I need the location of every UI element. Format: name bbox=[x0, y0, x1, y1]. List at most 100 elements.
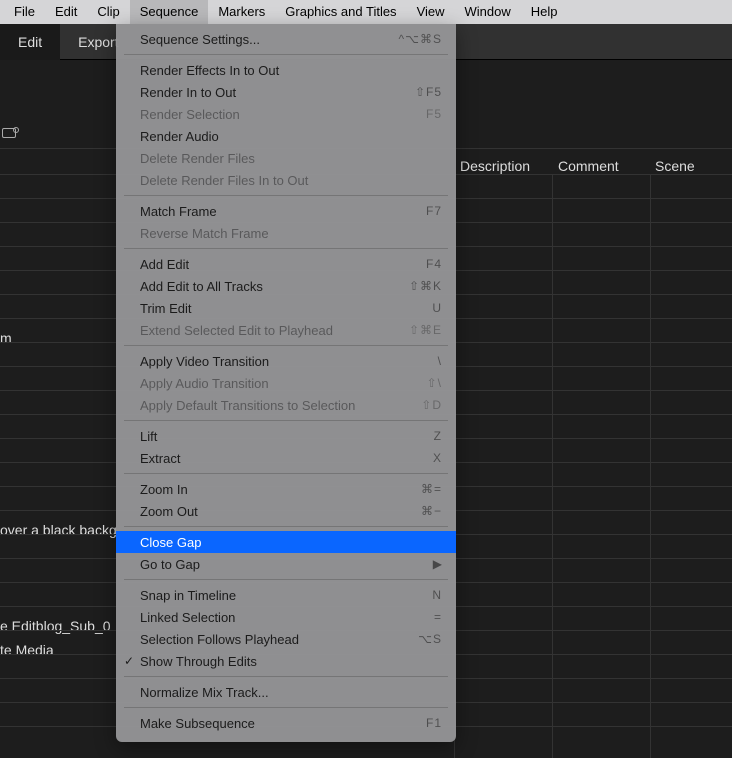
menu-item-label: Apply Video Transition bbox=[140, 354, 438, 369]
menu-shortcut: ⇧⌘K bbox=[409, 279, 442, 293]
menu-shortcut: X bbox=[433, 451, 442, 465]
menu-separator bbox=[124, 420, 448, 421]
menu-item-label: Extend Selected Edit to Playhead bbox=[140, 323, 409, 338]
menu-item-apply-audio-transition: Apply Audio Transition⇧\ bbox=[116, 372, 456, 394]
menu-shortcut: N bbox=[432, 588, 442, 602]
camera-icon bbox=[2, 128, 16, 138]
menu-item-show-through-edits[interactable]: ✓ Show Through Edits bbox=[116, 650, 456, 672]
menu-shortcut: ⇧F5 bbox=[415, 85, 442, 99]
menu-item-snap-in-timeline[interactable]: Snap in TimelineN bbox=[116, 584, 456, 606]
menu-item-label: Snap in Timeline bbox=[140, 588, 432, 603]
menu-shortcut: ⇧⌘E bbox=[409, 323, 442, 337]
menu-item-label: Sequence Settings... bbox=[140, 32, 399, 47]
menu-item-label: Show Through Edits bbox=[140, 654, 442, 669]
menu-item-linked-selection[interactable]: Linked Selection= bbox=[116, 606, 456, 628]
menu-item-zoom-in[interactable]: Zoom In⌘= bbox=[116, 478, 456, 500]
list-item[interactable]: e Editblog_Sub_0 bbox=[0, 618, 111, 634]
menu-file[interactable]: File bbox=[4, 0, 45, 24]
menu-item-extract[interactable]: ExtractX bbox=[116, 447, 456, 469]
menu-item-extend-selected-edit-to-playhead: Extend Selected Edit to Playhead⇧⌘E bbox=[116, 319, 456, 341]
menu-item-label: Delete Render Files bbox=[140, 151, 442, 166]
menu-item-label: Render Selection bbox=[140, 107, 426, 122]
menu-item-selection-follows-playhead[interactable]: Selection Follows Playhead⌥S bbox=[116, 628, 456, 650]
menu-separator bbox=[124, 345, 448, 346]
menu-item-zoom-out[interactable]: Zoom Out⌘− bbox=[116, 500, 456, 522]
col-scene[interactable]: Scene bbox=[655, 158, 695, 174]
menu-item-delete-render-files: Delete Render Files bbox=[116, 147, 456, 169]
menu-help[interactable]: Help bbox=[521, 0, 568, 24]
list-item[interactable]: over a black backg bbox=[0, 522, 117, 538]
menu-clip[interactable]: Clip bbox=[87, 0, 129, 24]
menu-item-label: Linked Selection bbox=[140, 610, 434, 625]
menu-item-go-to-gap[interactable]: Go to Gap▶ bbox=[116, 553, 456, 575]
menu-separator bbox=[124, 676, 448, 677]
menu-item-label: Apply Audio Transition bbox=[140, 376, 427, 391]
menu-item-match-frame[interactable]: Match FrameF7 bbox=[116, 200, 456, 222]
menu-graphics-titles[interactable]: Graphics and Titles bbox=[275, 0, 406, 24]
menu-item-lift[interactable]: LiftZ bbox=[116, 425, 456, 447]
list-item[interactable]: te Media bbox=[0, 642, 54, 658]
menu-view[interactable]: View bbox=[407, 0, 455, 24]
menu-separator bbox=[124, 473, 448, 474]
menu-item-label: Selection Follows Playhead bbox=[140, 632, 418, 647]
menu-separator bbox=[124, 526, 448, 527]
menu-window[interactable]: Window bbox=[455, 0, 521, 24]
menu-item-apply-default-transitions-to-selection: Apply Default Transitions to Selection⇧D bbox=[116, 394, 456, 416]
menu-edit[interactable]: Edit bbox=[45, 0, 87, 24]
menu-item-render-in-to-out[interactable]: Render In to Out⇧F5 bbox=[116, 81, 456, 103]
menu-item-render-effects-in-to-out[interactable]: Render Effects In to Out bbox=[116, 59, 456, 81]
menu-item-label: Delete Render Files In to Out bbox=[140, 173, 442, 188]
menu-markers[interactable]: Markers bbox=[208, 0, 275, 24]
menu-shortcut: F7 bbox=[426, 204, 442, 218]
menu-separator bbox=[124, 707, 448, 708]
menu-item-trim-edit[interactable]: Trim EditU bbox=[116, 297, 456, 319]
tab-edit[interactable]: Edit bbox=[0, 24, 60, 60]
menu-item-label: Close Gap bbox=[140, 535, 442, 550]
menu-item-normalize-mix-track[interactable]: Normalize Mix Track... bbox=[116, 681, 456, 703]
menu-item-label: Reverse Match Frame bbox=[140, 226, 442, 241]
menu-shortcut: F5 bbox=[426, 107, 442, 121]
chevron-right-icon: ▶ bbox=[433, 557, 442, 571]
menu-item-label: Render In to Out bbox=[140, 85, 415, 100]
menu-shortcut: Z bbox=[434, 429, 442, 443]
menu-shortcut: ⌘− bbox=[421, 504, 442, 518]
menu-item-reverse-match-frame: Reverse Match Frame bbox=[116, 222, 456, 244]
col-description[interactable]: Description bbox=[460, 158, 530, 174]
sequence-menu-dropdown: Sequence Settings...^⌥⌘S Render Effects I… bbox=[116, 24, 456, 742]
menu-shortcut: U bbox=[432, 301, 442, 315]
menu-item-make-subsequence[interactable]: Make SubsequenceF1 bbox=[116, 712, 456, 734]
menu-shortcut: ^⌥⌘S bbox=[399, 32, 442, 46]
menu-shortcut: \ bbox=[438, 354, 442, 368]
menu-item-add-edit[interactable]: Add EditF4 bbox=[116, 253, 456, 275]
menu-item-add-edit-to-all-tracks[interactable]: Add Edit to All Tracks⇧⌘K bbox=[116, 275, 456, 297]
menu-item-sequence-settings[interactable]: Sequence Settings...^⌥⌘S bbox=[116, 28, 456, 50]
menu-item-label: Add Edit to All Tracks bbox=[140, 279, 409, 294]
menu-item-label: Normalize Mix Track... bbox=[140, 685, 442, 700]
menu-separator bbox=[124, 195, 448, 196]
menu-item-label: Lift bbox=[140, 429, 434, 444]
menu-item-render-selection: Render SelectionF5 bbox=[116, 103, 456, 125]
menu-item-label: Extract bbox=[140, 451, 433, 466]
menu-sequence[interactable]: Sequence bbox=[130, 0, 209, 24]
menu-shortcut: = bbox=[434, 610, 442, 624]
menu-item-label: Match Frame bbox=[140, 204, 426, 219]
col-comment[interactable]: Comment bbox=[558, 158, 619, 174]
menu-shortcut: F4 bbox=[426, 257, 442, 271]
menu-shortcut: F1 bbox=[426, 716, 442, 730]
menu-separator bbox=[124, 54, 448, 55]
menu-separator bbox=[124, 248, 448, 249]
menu-item-label: Make Subsequence bbox=[140, 716, 426, 731]
menu-item-apply-video-transition[interactable]: Apply Video Transition\ bbox=[116, 350, 456, 372]
menu-item-render-audio[interactable]: Render Audio bbox=[116, 125, 456, 147]
menu-shortcut: ⇧D bbox=[421, 398, 442, 412]
menu-item-label: Zoom Out bbox=[140, 504, 421, 519]
list-item[interactable]: m bbox=[0, 330, 12, 346]
menu-shortcut: ⌘= bbox=[421, 482, 442, 496]
check-icon: ✓ bbox=[124, 654, 134, 668]
menu-item-label: Render Effects In to Out bbox=[140, 63, 442, 78]
menu-item-label: Zoom In bbox=[140, 482, 421, 497]
os-menubar: File Edit Clip Sequence Markers Graphics… bbox=[0, 0, 732, 24]
menu-separator bbox=[124, 579, 448, 580]
menu-item-close-gap[interactable]: Close Gap bbox=[116, 531, 456, 553]
menu-item-delete-render-files-in-to-out: Delete Render Files In to Out bbox=[116, 169, 456, 191]
